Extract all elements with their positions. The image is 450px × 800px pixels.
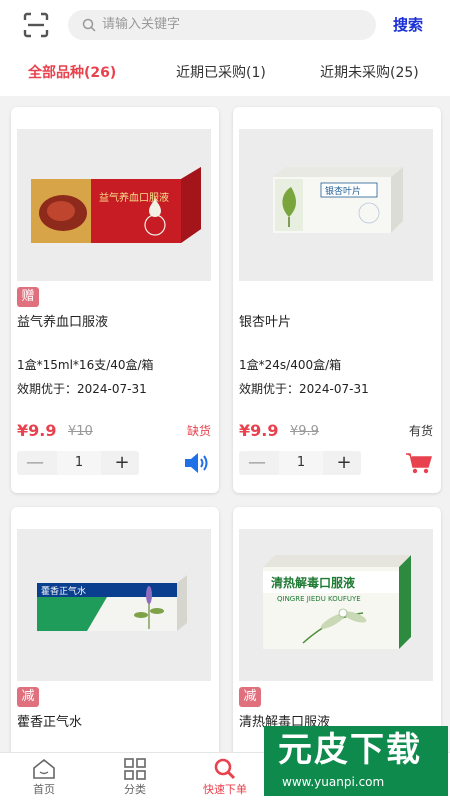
increase-button[interactable]: + (105, 451, 139, 475)
increase-button[interactable]: + (327, 451, 361, 475)
nav-quick-order[interactable]: 快速下单 (195, 757, 255, 797)
package-label: 清热解毒口服液 (271, 575, 355, 590)
quantity-stepper: — 1 + (239, 451, 361, 475)
product-name[interactable]: 银杏叶片 (239, 314, 291, 332)
home-icon (33, 758, 55, 779)
medicine-box-image: 藿香正气水 (37, 575, 187, 631)
product-image[interactable]: 清热解毒口服液 QINGRE JIEDU KOUFUYE (239, 529, 433, 681)
search-placeholder: 请输入关键字 (102, 17, 181, 32)
product-card[interactable]: 益气养血口服液 赠 益气养血口服液 1盒*15ml*16支/40盒/箱 效期优于… (11, 107, 219, 493)
package-sublabel: QINGRE JIEDU KOUFUYE (277, 595, 361, 603)
product-name[interactable]: 益气养血口服液 (17, 314, 108, 332)
product-spec: 1盒*24s/400盒/箱 (239, 358, 342, 372)
product-card[interactable]: 藿香正气水 减 藿香正气水 (11, 507, 219, 752)
watermark-url: www.yuanpi.com (282, 775, 385, 789)
package-label: 益气养血口服液 (99, 191, 169, 204)
product-card[interactable]: 银杏叶片 银杏叶片 1盒*24s/400盒/箱 效期优于：2024-07-31 … (233, 107, 441, 493)
product-price: ¥9.9 (17, 421, 57, 440)
quantity-input[interactable]: 1 (279, 451, 323, 475)
speaker-icon[interactable] (183, 451, 211, 475)
product-price: ¥9.9 (239, 421, 279, 440)
nav-category[interactable]: 分类 (105, 757, 165, 797)
product-spec: 1盒*15ml*16支/40盒/箱 (17, 358, 154, 372)
tab-recent-not-purchased[interactable]: 近期未采购(25) (320, 63, 419, 83)
product-card[interactable]: 清热解毒口服液 QINGRE JIEDU KOUFUYE 减 清热解毒口服液 (233, 507, 441, 752)
product-expiry: 效期优于：2024-07-31 (17, 382, 147, 396)
tab-all[interactable]: 全部品种(26) (28, 63, 116, 83)
nav-home-label: 首页 (33, 783, 55, 796)
quantity-input[interactable]: 1 (57, 451, 101, 475)
discount-badge: 减 (239, 687, 261, 707)
cart-icon[interactable] (405, 451, 433, 475)
grid-icon (124, 758, 146, 780)
filter-tabs: 全部品种(26) 近期已采购(1) 近期未采购(25) (0, 52, 450, 96)
product-name[interactable]: 藿香正气水 (17, 714, 82, 732)
medicine-box-image: 银杏叶片 (273, 167, 403, 233)
discount-badge: 减 (17, 687, 39, 707)
medicine-box-image: 清热解毒口服液 QINGRE JIEDU KOUFUYE (263, 555, 411, 649)
search-icon (82, 18, 96, 32)
medicine-box-image: 益气养血口服液 (31, 167, 201, 243)
original-price: ¥9.9 (290, 424, 319, 439)
search-input[interactable]: 请输入关键字 (68, 10, 376, 40)
product-expiry: 效期优于：2024-07-31 (239, 382, 369, 396)
watermark: 元皮下载 www.yuanpi.com (264, 726, 448, 796)
product-image[interactable]: 藿香正气水 (17, 529, 211, 681)
decrease-button[interactable]: — (239, 451, 275, 475)
quantity-stepper: — 1 + (17, 451, 139, 475)
search-icon (214, 758, 236, 780)
gift-badge: 赠 (17, 287, 39, 307)
stock-status: 缺货 (186, 424, 211, 438)
product-grid: 益气养血口服液 赠 益气养血口服液 1盒*15ml*16支/40盒/箱 效期优于… (0, 96, 450, 752)
product-image[interactable]: 益气养血口服液 (17, 129, 211, 281)
header: 请输入关键字 搜索 (0, 0, 450, 52)
product-image[interactable]: 银杏叶片 (239, 129, 433, 281)
nav-quick-order-label: 快速下单 (203, 783, 247, 796)
watermark-text: 元皮下载 (278, 730, 422, 770)
tab-recent-purchased[interactable]: 近期已采购(1) (176, 63, 266, 83)
stock-status: 有货 (408, 424, 433, 438)
package-label: 银杏叶片 (325, 185, 361, 197)
package-label: 藿香正气水 (41, 585, 86, 597)
decrease-button[interactable]: — (17, 451, 53, 475)
search-button[interactable]: 搜索 (393, 13, 423, 37)
nav-category-label: 分类 (124, 783, 146, 796)
scan-icon[interactable] (22, 11, 50, 39)
original-price: ¥10 (68, 424, 93, 439)
nav-home[interactable]: 首页 (14, 757, 74, 797)
